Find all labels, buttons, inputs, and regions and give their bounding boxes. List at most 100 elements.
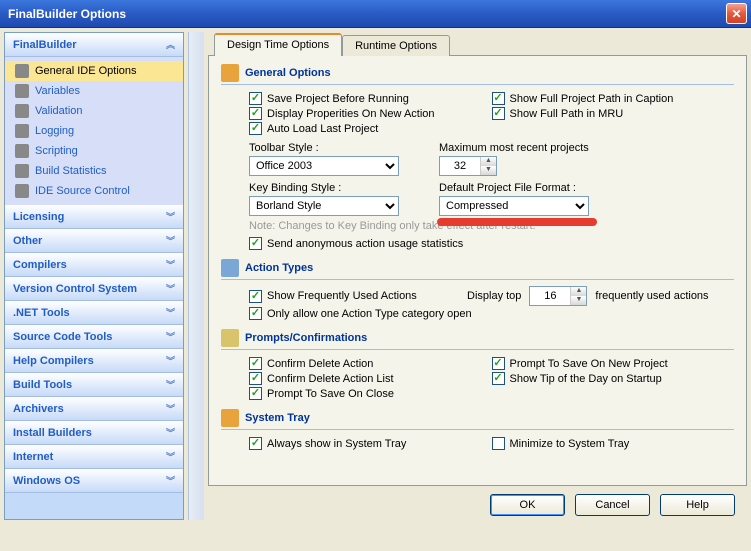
chevron-down-icon: ︾ xyxy=(166,402,175,415)
window-title: FinalBuilder Options xyxy=(8,7,726,21)
sidebar-cat-help-compilers[interactable]: Help Compilers︾ xyxy=(5,349,183,373)
sidebar-cat-other[interactable]: Other︾ xyxy=(5,229,183,253)
default-format-label: Default Project File Format : xyxy=(439,182,589,194)
tab-runtime[interactable]: Runtime Options xyxy=(342,35,450,56)
section-action-types: Action Types ✓Show Frequently Used Actio… xyxy=(221,259,734,321)
body: FinalBuilder ︽ General IDE Options Varia… xyxy=(0,28,751,524)
sidebar-cat-vcs[interactable]: Version Control System︾ xyxy=(5,277,183,301)
checkbox-prompt-new[interactable]: ✓ xyxy=(492,357,505,370)
ok-button[interactable]: OK xyxy=(490,494,565,516)
sidebar-cat-net-tools[interactable]: .NET Tools︾ xyxy=(5,301,183,325)
chevron-down-icon: ︾ xyxy=(166,210,175,223)
checkbox-show-tip[interactable]: ✓ xyxy=(492,372,505,385)
sidebar-cat-build-tools[interactable]: Build Tools︾ xyxy=(5,373,183,397)
spin-up-icon[interactable]: ▲ xyxy=(480,157,496,166)
section-prompts: Prompts/Confirmations ✓Confirm Delete Ac… xyxy=(221,329,734,401)
keybind-select[interactable]: Borland Style xyxy=(249,196,399,216)
section-title: System Tray xyxy=(245,412,310,424)
sidebar: FinalBuilder ︽ General IDE Options Varia… xyxy=(4,32,184,520)
checkbox-confirm-delete-list[interactable]: ✓ xyxy=(249,372,262,385)
sidebar-item-general-ide[interactable]: General IDE Options xyxy=(5,61,183,81)
chevron-down-icon: ︾ xyxy=(166,306,175,319)
checkbox-only-one-cat[interactable]: ✓ xyxy=(249,307,262,320)
freq-suffix: frequently used actions xyxy=(595,290,708,302)
page-icon xyxy=(15,64,29,78)
chevron-down-icon: ︾ xyxy=(166,282,175,295)
help-button[interactable]: Help xyxy=(660,494,735,516)
checkbox-anon-stats[interactable]: ✓ xyxy=(249,237,262,250)
checkbox-full-path-mru[interactable]: ✓ xyxy=(492,107,505,120)
sidebar-cat-compilers[interactable]: Compilers︾ xyxy=(5,253,183,277)
checkbox-prompt-close[interactable]: ✓ xyxy=(249,387,262,400)
cancel-button[interactable]: Cancel xyxy=(575,494,650,516)
checkbox-save-before[interactable]: ✓ xyxy=(249,92,262,105)
script-icon xyxy=(15,144,29,158)
section-title: Prompts/Confirmations xyxy=(245,332,367,344)
max-recent-spinner[interactable]: ▲▼ xyxy=(439,156,497,176)
sidebar-cat-archivers[interactable]: Archivers︾ xyxy=(5,397,183,421)
display-top-label: Display top xyxy=(467,290,521,302)
checkbox-show-freq[interactable]: ✓ xyxy=(249,290,262,303)
sidebar-item-variables[interactable]: Variables xyxy=(5,81,183,101)
sidebar-scrollbar[interactable] xyxy=(188,32,204,520)
section-title: Action Types xyxy=(245,262,313,274)
log-icon xyxy=(15,124,29,138)
sidebar-item-scripting[interactable]: Scripting xyxy=(5,141,183,161)
sidebar-item-validation[interactable]: Validation xyxy=(5,101,183,121)
sidebar-cat-windows-os[interactable]: Windows OS︾ xyxy=(5,469,183,493)
spin-down-icon[interactable]: ▼ xyxy=(480,166,496,175)
chevron-down-icon: ︾ xyxy=(166,234,175,247)
toolbar-style-label: Toolbar Style : xyxy=(249,142,399,154)
chevron-up-icon: ︽ xyxy=(166,38,175,51)
title-bar: FinalBuilder Options ✕ xyxy=(0,0,751,28)
sidebar-cat-source-code[interactable]: Source Code Tools︾ xyxy=(5,325,183,349)
percent-icon xyxy=(15,84,29,98)
tab-panel: General Options ✓Save Project Before Run… xyxy=(208,55,747,486)
keybind-label: Key Binding Style : xyxy=(249,182,399,194)
toolbar-style-select[interactable]: Office 2003 xyxy=(249,156,399,176)
chevron-down-icon: ︾ xyxy=(166,426,175,439)
chevron-down-icon: ︾ xyxy=(166,354,175,367)
sidebar-item-build-stats[interactable]: Build Statistics xyxy=(5,161,183,181)
sidebar-cat-install-builders[interactable]: Install Builders︾ xyxy=(5,421,183,445)
tray-icon xyxy=(221,409,239,427)
max-recent-input[interactable] xyxy=(440,157,480,175)
list-icon xyxy=(221,259,239,277)
default-format-select[interactable]: Compressed xyxy=(439,196,589,216)
checkbox-confirm-delete[interactable]: ✓ xyxy=(249,357,262,370)
chevron-down-icon: ︾ xyxy=(166,378,175,391)
tabs: Design Time Options Runtime Options xyxy=(208,32,747,56)
display-top-spinner[interactable]: ▲▼ xyxy=(529,286,587,306)
section-system-tray: System Tray ✓Always show in System Tray … xyxy=(221,409,734,451)
checkbox-display-props[interactable]: ✓ xyxy=(249,107,262,120)
close-button[interactable]: ✕ xyxy=(726,3,747,24)
sidebar-cat-internet[interactable]: Internet︾ xyxy=(5,445,183,469)
sidebar-item-logging[interactable]: Logging xyxy=(5,121,183,141)
sidebar-cat-finalbuilder[interactable]: FinalBuilder ︽ xyxy=(5,33,183,57)
gear-icon xyxy=(221,64,239,82)
prompt-icon xyxy=(221,329,239,347)
chevron-down-icon: ︾ xyxy=(166,450,175,463)
chevron-down-icon: ︾ xyxy=(166,258,175,271)
checkbox-auto-load[interactable]: ✓ xyxy=(249,122,262,135)
sidebar-cat-licensing[interactable]: Licensing︾ xyxy=(5,205,183,229)
chevron-down-icon: ︾ xyxy=(166,474,175,487)
max-recent-label: Maximum most recent projects xyxy=(439,142,589,154)
check-icon xyxy=(15,104,29,118)
cat-label: FinalBuilder xyxy=(13,39,77,51)
chevron-down-icon: ︾ xyxy=(166,330,175,343)
checkbox-minimize-tray[interactable]: ✓ xyxy=(492,437,505,450)
tab-design-time[interactable]: Design Time Options xyxy=(214,33,342,56)
section-title: General Options xyxy=(245,67,331,79)
content: Design Time Options Runtime Options Gene… xyxy=(208,32,747,520)
highlight-annotation xyxy=(437,218,597,226)
section-general: General Options ✓Save Project Before Run… xyxy=(221,64,734,251)
spin-up-icon[interactable]: ▲ xyxy=(570,287,586,296)
sidebar-item-ide-source-control[interactable]: IDE Source Control xyxy=(5,181,183,201)
spin-down-icon[interactable]: ▼ xyxy=(570,296,586,305)
display-top-input[interactable] xyxy=(530,287,570,305)
source-control-icon xyxy=(15,184,29,198)
checkbox-always-tray[interactable]: ✓ xyxy=(249,437,262,450)
stats-icon xyxy=(15,164,29,178)
checkbox-full-path-caption[interactable]: ✓ xyxy=(492,92,505,105)
